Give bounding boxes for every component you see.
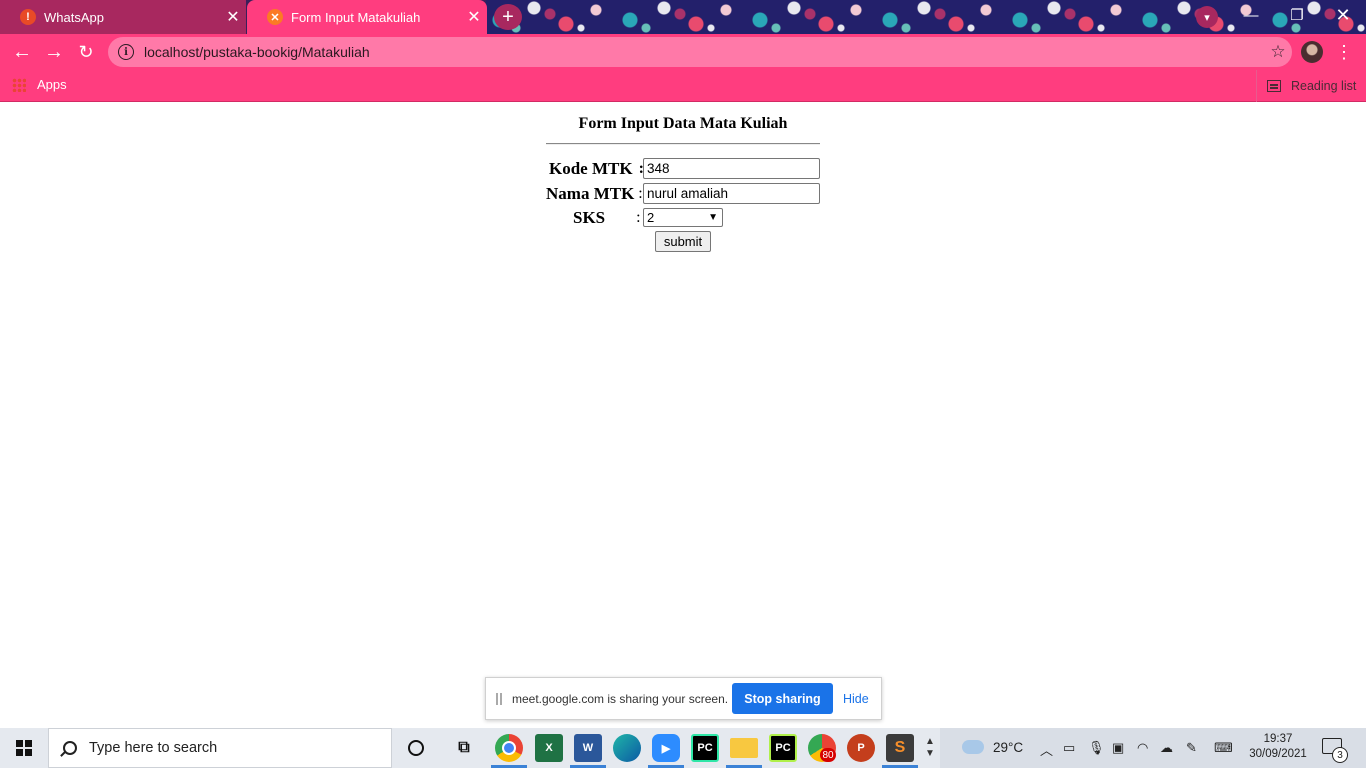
start-button[interactable] (0, 728, 48, 768)
profile-avatar[interactable] (1301, 41, 1323, 63)
search-icon (63, 741, 77, 755)
site-info-icon[interactable]: i (118, 44, 134, 60)
form-row-sks: SKS : 2 ▼ (546, 206, 826, 230)
submit-button[interactable]: submit (655, 231, 711, 252)
pycharm-icon[interactable]: PC (691, 734, 719, 762)
onedrive-icon[interactable]: ☁ (1160, 740, 1173, 756)
reading-list-button[interactable]: Reading list (1256, 70, 1356, 102)
kode-label: Kode MTK (549, 159, 633, 178)
microphone-icon[interactable]: 🎙 (1088, 740, 1105, 756)
minimize-button[interactable]: — (1228, 0, 1274, 30)
kebab-menu-icon[interactable]: ⋮ (1334, 38, 1354, 66)
sks-colon: : (636, 209, 641, 226)
search-placeholder: Type here to search (89, 740, 218, 756)
sks-label: SKS (573, 208, 606, 227)
sks-select[interactable]: 2 ▼ (643, 208, 723, 227)
bookmarks-bar: Apps Reading list (0, 70, 1366, 102)
chevron-down-icon: ▼ (708, 212, 718, 223)
taskbar-scroll-icon[interactable]: ▲ ▼ (922, 730, 938, 766)
tab-strip: ! WhatsApp ✕ ✕ Form Input Matakuliah ✕ +… (0, 0, 1366, 34)
windows-taskbar: Type here to search ⧉ X W ▶ PC PC 80 P S… (0, 728, 1366, 768)
stop-sharing-button[interactable]: Stop sharing (732, 683, 833, 714)
browser-toolbar: ← → ↻ i localhost/pustaka-bookig/Matakul… (0, 34, 1366, 70)
powerpoint-icon[interactable]: P (847, 734, 875, 762)
url-text[interactable]: localhost/pustaka-bookig/Matakuliah (144, 44, 1264, 60)
page-title: Form Input Data Mata Kuliah (578, 115, 788, 132)
notification-count: 3 (1332, 747, 1348, 763)
drag-handle-icon[interactable] (496, 692, 502, 705)
sharing-message: meet.google.com is sharing your screen. (512, 691, 729, 706)
pycharm-run-icon[interactable]: PC (769, 734, 797, 762)
bookmark-star-icon[interactable]: ☆ (1264, 42, 1292, 62)
tab-search-icon[interactable]: ▾ (1196, 6, 1218, 28)
form-row-kode: Kode MTK : (546, 157, 826, 181)
zoom-icon[interactable]: ▶ (652, 734, 680, 762)
tab-close-icon[interactable]: ✕ (220, 7, 246, 27)
clock-time: 19:37 (1263, 733, 1293, 745)
sks-selected-value: 2 (647, 210, 655, 225)
file-explorer-icon[interactable] (730, 738, 758, 758)
new-tab-button[interactable]: + (494, 4, 522, 30)
bookmark-apps[interactable]: Apps (12, 77, 67, 92)
task-view-icon[interactable]: ⧉ (450, 734, 478, 762)
back-arrow-icon[interactable]: ← (8, 38, 36, 66)
nama-mtk-input[interactable] (643, 183, 820, 204)
maximize-button[interactable]: ❐ (1274, 0, 1320, 30)
address-bar[interactable]: i localhost/pustaka-bookig/Matakuliah ☆ (108, 37, 1292, 67)
system-clock[interactable]: 19:37 30/09/2021 (1244, 732, 1312, 762)
kode-mtk-input[interactable] (643, 158, 820, 179)
keyboard-icon[interactable]: ⌨ (1214, 740, 1233, 756)
meet-icon[interactable]: ▣ (1112, 740, 1124, 756)
tab-title: WhatsApp (44, 9, 104, 25)
taskbar-search-box[interactable]: Type here to search (48, 728, 392, 768)
page-content: Form Input Data Mata Kuliah Kode MTK : N… (0, 103, 1366, 728)
chrome-icon[interactable] (495, 734, 523, 762)
notification-badge: 80 (820, 748, 836, 762)
excel-icon[interactable]: X (535, 734, 563, 762)
sublime-text-icon[interactable]: S (886, 734, 914, 762)
apps-grid-icon (12, 77, 26, 92)
edge-icon[interactable] (613, 734, 641, 762)
whatsapp-alert-icon: ! (20, 9, 36, 25)
bookmark-apps-label: Apps (37, 77, 67, 92)
weather-temperature[interactable]: 29°C (993, 740, 1023, 755)
divider (546, 143, 820, 145)
reading-list-icon (1267, 80, 1281, 92)
cortana-icon[interactable] (402, 734, 430, 762)
form-row-nama: Nama MTK : (546, 182, 826, 206)
weather-icon[interactable] (962, 740, 984, 754)
battery-icon[interactable]: ▭ (1063, 740, 1075, 756)
hide-sharing-bar-link[interactable]: Hide (843, 692, 869, 706)
reading-list-label: Reading list (1291, 79, 1357, 93)
clock-date: 30/09/2021 (1249, 748, 1307, 760)
screen: ! WhatsApp ✕ ✕ Form Input Matakuliah ✕ +… (0, 0, 1366, 768)
xampp-icon: ✕ (267, 9, 283, 25)
pen-icon[interactable]: ✎ (1186, 740, 1197, 756)
wifi-icon[interactable]: ◠ (1137, 740, 1148, 756)
tab-whatsapp[interactable]: ! WhatsApp ✕ (0, 0, 246, 34)
reload-icon[interactable]: ↻ (72, 38, 100, 66)
windows-logo-icon (16, 740, 32, 756)
word-icon[interactable]: W (574, 734, 602, 762)
screen-sharing-bar: meet.google.com is sharing your screen. … (485, 677, 882, 720)
nama-label: Nama MTK (546, 184, 635, 203)
chevron-up-icon[interactable]: ︿ (1040, 740, 1053, 759)
tab-close-icon[interactable]: ✕ (461, 7, 487, 27)
tab-form-input-matakuliah[interactable]: ✕ Form Input Matakuliah ✕ (247, 0, 487, 34)
forward-arrow-icon[interactable]: → (40, 38, 68, 66)
close-window-button[interactable]: ✕ (1320, 0, 1366, 30)
tab-title: Form Input Matakuliah (291, 9, 421, 25)
